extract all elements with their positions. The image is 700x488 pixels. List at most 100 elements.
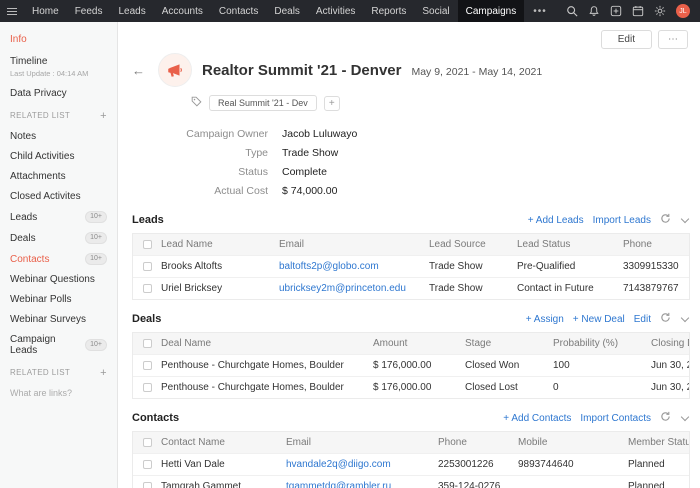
row-checkbox[interactable] <box>143 460 152 469</box>
what-are-links-text[interactable]: What are links? <box>10 388 107 398</box>
table-row[interactable]: Penthouse - Churchgate Homes, Boulder $ … <box>133 354 689 376</box>
sidebar-item-data-privacy[interactable]: Data Privacy <box>10 88 107 99</box>
sidebar-item-child-activities[interactable]: Child Activities <box>10 151 107 162</box>
assign-deal-link[interactable]: + Assign <box>526 314 564 325</box>
table-row[interactable]: Brooks Altofts baltofts2p@globo.com Trad… <box>133 255 689 277</box>
column-header[interactable]: Mobile <box>518 437 628 448</box>
row-checkbox[interactable] <box>143 383 152 392</box>
more-options-button[interactable]: ⋯ <box>658 30 688 49</box>
user-avatar[interactable]: JL <box>676 4 690 18</box>
column-header[interactable]: Email <box>286 437 438 448</box>
edit-deals-link[interactable]: Edit <box>634 314 651 325</box>
nav-item-reports[interactable]: Reports <box>363 0 414 22</box>
nav-item-home[interactable]: Home <box>24 0 67 22</box>
collapse-chevron-icon[interactable] <box>681 314 689 322</box>
lead-name-cell[interactable]: Uriel Bricksey <box>161 283 279 294</box>
app-menu-icon[interactable] <box>0 0 24 22</box>
lead-name-cell[interactable]: Brooks Altofts <box>161 261 279 272</box>
deal-name-cell[interactable]: Penthouse - Churchgate Homes, Boulder <box>161 382 373 393</box>
row-checkbox[interactable] <box>143 284 152 293</box>
related-list-add-icon[interactable]: + <box>100 112 107 120</box>
column-header[interactable]: Stage <box>465 338 553 349</box>
deal-amount-cell: $ 176,000.00 <box>373 382 465 393</box>
sidebar-item-contacts[interactable]: Contacts10+ <box>10 253 107 265</box>
edit-button[interactable]: Edit <box>601 30 652 49</box>
column-header[interactable]: Email <box>279 239 429 250</box>
settings-gear-icon[interactable] <box>654 5 666 17</box>
table-row[interactable]: Penthouse - Churchgate Homes, Boulder $ … <box>133 376 689 398</box>
refresh-icon[interactable] <box>660 213 671 227</box>
nav-item-activities[interactable]: Activities <box>308 0 363 22</box>
column-header[interactable]: Closing Date <box>651 338 689 349</box>
lead-email-link[interactable]: baltofts2p@globo.com <box>279 261 429 272</box>
nav-item-social[interactable]: Social <box>414 0 457 22</box>
sidebar-item-info[interactable]: Info <box>10 34 107 45</box>
contacts-table-header: Contact Name Email Phone Mobile Member S… <box>133 432 689 453</box>
nav-item-accounts[interactable]: Accounts <box>154 0 211 22</box>
sidebar-item-timeline[interactable]: Timeline Last Update : 04:14 AM <box>10 56 107 78</box>
table-row[interactable]: Uriel Bricksey ubricksey2m@princeton.edu… <box>133 277 689 299</box>
column-header[interactable]: Probability (%) <box>553 338 651 349</box>
nav-item-deals[interactable]: Deals <box>266 0 308 22</box>
table-row[interactable]: Tamqrah Gammet tgammetdq@rambler.ru 359-… <box>133 475 689 488</box>
column-header[interactable]: Lead Status <box>517 239 623 250</box>
tag-badge[interactable]: Real Summit '21 - Dev <box>209 95 317 111</box>
sidebar-item-label: Notes <box>10 131 36 142</box>
column-header[interactable]: Lead Name <box>161 239 279 250</box>
column-header[interactable]: Member Status <box>628 437 689 448</box>
select-all-checkbox[interactable] <box>143 438 152 447</box>
nav-item-leads[interactable]: Leads <box>110 0 153 22</box>
import-contacts-link[interactable]: Import Contacts <box>580 413 651 424</box>
select-all-checkbox[interactable] <box>143 240 152 249</box>
links-add-icon[interactable]: + <box>100 369 107 377</box>
column-header[interactable]: Contact Name <box>161 437 286 448</box>
column-header[interactable]: Deal Name <box>161 338 373 349</box>
back-arrow-icon[interactable]: ← <box>132 63 145 78</box>
nav-item-feeds[interactable]: Feeds <box>67 0 111 22</box>
sidebar-item-leads[interactable]: Leads10+ <box>10 211 107 223</box>
collapse-chevron-icon[interactable] <box>681 413 689 421</box>
lead-email-link[interactable]: ubricksey2m@princeton.edu <box>279 283 429 294</box>
calendar-icon[interactable] <box>632 5 644 17</box>
count-badge: 10+ <box>85 211 107 223</box>
sidebar-item-webinar-surveys[interactable]: Webinar Surveys <box>10 314 107 325</box>
search-icon[interactable] <box>566 5 578 17</box>
contact-email-link[interactable]: hvandale2q@diigo.com <box>286 459 438 470</box>
collapse-chevron-icon[interactable] <box>681 215 689 223</box>
column-header[interactable]: Amount <box>373 338 465 349</box>
nav-more-icon[interactable]: ••• <box>524 0 556 22</box>
sidebar-item-deals[interactable]: Deals10+ <box>10 232 107 244</box>
table-row[interactable]: Hetti Van Dale hvandale2q@diigo.com 2253… <box>133 453 689 475</box>
add-tag-button[interactable]: + <box>324 96 340 111</box>
select-all-checkbox[interactable] <box>143 339 152 348</box>
refresh-icon[interactable] <box>660 411 671 425</box>
add-leads-link[interactable]: + Add Leads <box>528 215 584 226</box>
column-header[interactable]: Lead Source <box>429 239 517 250</box>
refresh-icon[interactable] <box>660 312 671 326</box>
sidebar-item-notes[interactable]: Notes <box>10 131 107 142</box>
contact-name-cell[interactable]: Tamqrah Gammet <box>161 481 286 488</box>
column-header[interactable]: Phone <box>438 437 518 448</box>
nav-item-contacts[interactable]: Contacts <box>211 0 266 22</box>
plus-square-icon[interactable] <box>610 5 622 17</box>
sidebar-item-closed-activites[interactable]: Closed Activites <box>10 191 107 202</box>
row-checkbox[interactable] <box>143 262 152 271</box>
row-checkbox[interactable] <box>143 361 152 370</box>
nav-item-campaigns[interactable]: Campaigns <box>458 0 525 22</box>
new-deal-link[interactable]: + New Deal <box>573 314 625 325</box>
sidebar-item-webinar-polls[interactable]: Webinar Polls <box>10 294 107 305</box>
contact-email-link[interactable]: tgammetdq@rambler.ru <box>286 481 438 488</box>
field-type: Type Trade Show <box>118 144 700 163</box>
import-leads-link[interactable]: Import Leads <box>593 215 651 226</box>
deal-name-cell[interactable]: Penthouse - Churchgate Homes, Boulder <box>161 360 373 371</box>
add-contacts-link[interactable]: + Add Contacts <box>503 413 571 424</box>
contacts-title: Contacts <box>132 412 179 424</box>
sidebar-item-attachments[interactable]: Attachments <box>10 171 107 182</box>
sidebar-item-label: Deals <box>10 233 36 244</box>
row-checkbox[interactable] <box>143 482 152 488</box>
sidebar-item-campaign-leads[interactable]: Campaign Leads10+ <box>10 334 107 356</box>
contact-name-cell[interactable]: Hetti Van Dale <box>161 459 286 470</box>
bell-icon[interactable] <box>588 5 600 17</box>
sidebar-item-webinar-questions[interactable]: Webinar Questions <box>10 274 107 285</box>
column-header[interactable]: Phone <box>623 239 700 250</box>
